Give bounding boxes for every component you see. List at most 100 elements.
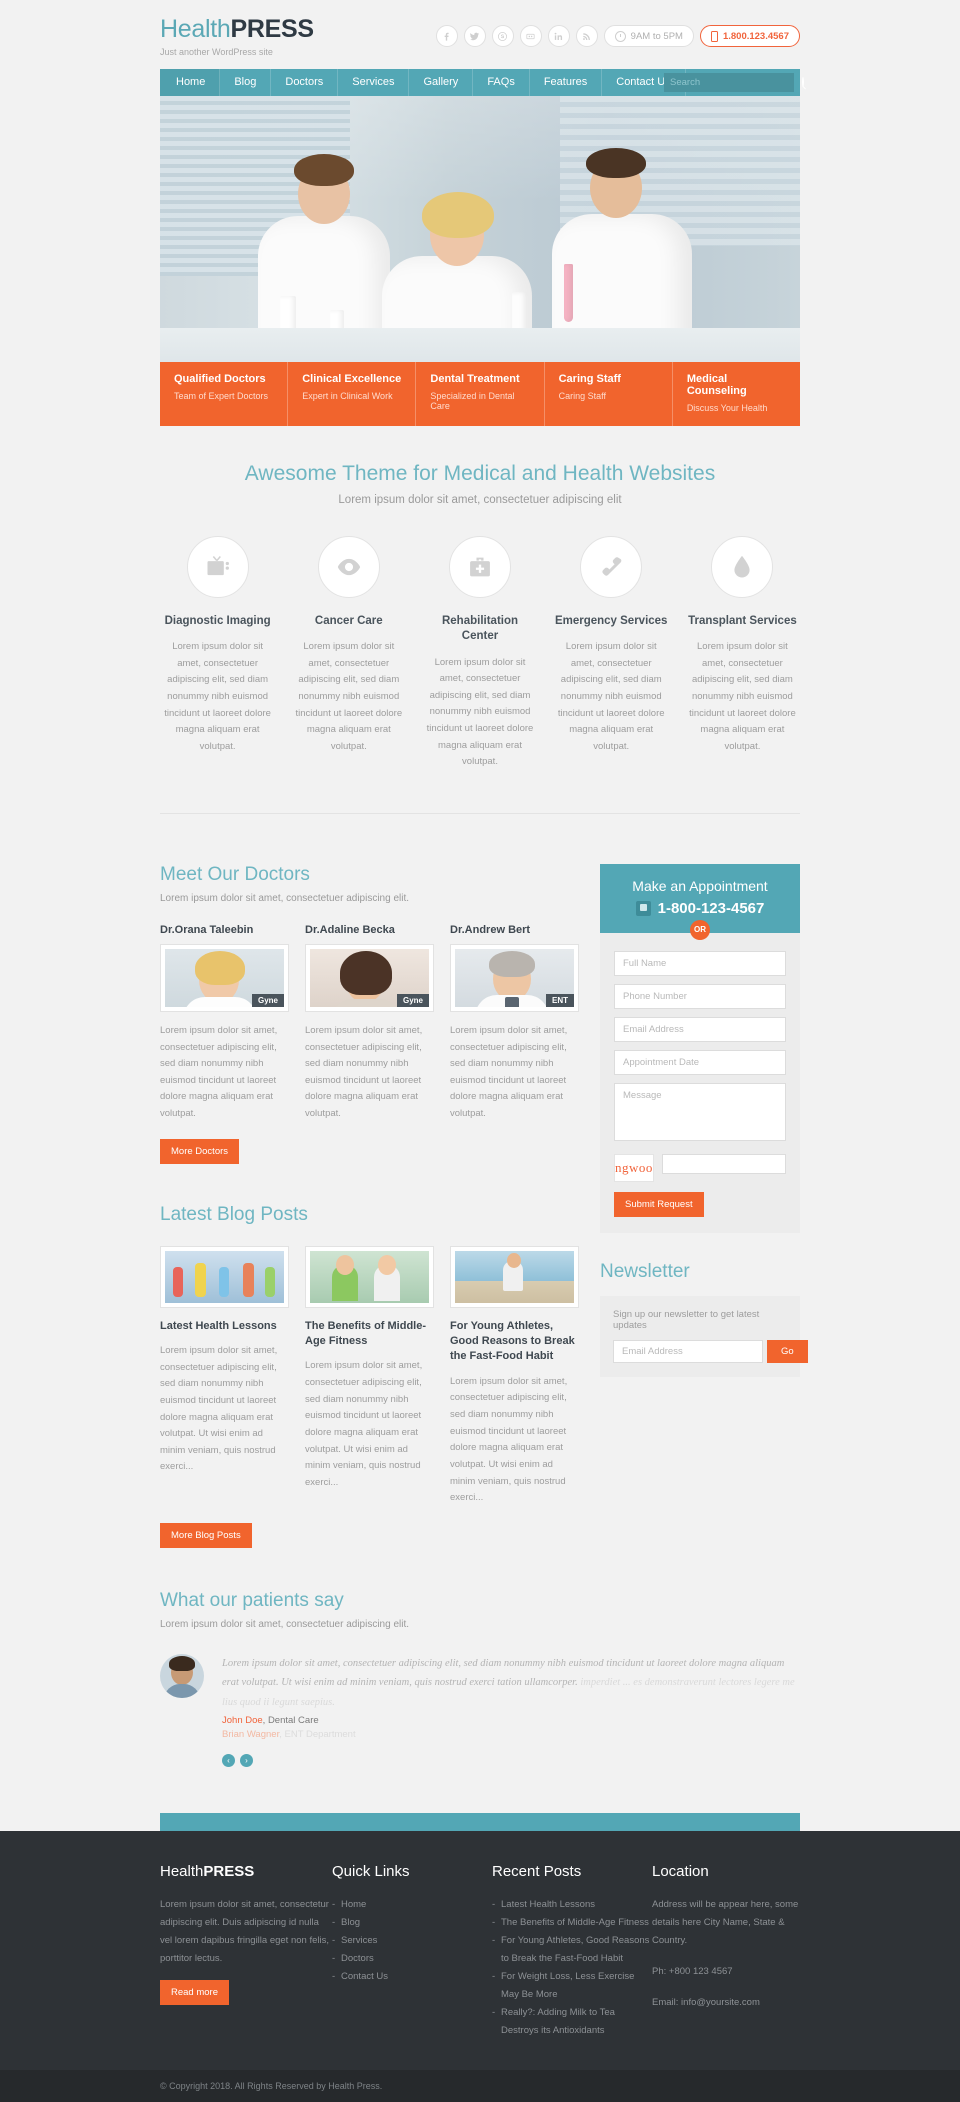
lab-photo	[160, 95, 800, 362]
rss-icon[interactable]	[575, 25, 598, 48]
list-item[interactable]: Blog	[332, 1914, 492, 1932]
footer-link-doctors[interactable]: Doctors	[341, 1953, 374, 1964]
services-list: Diagnostic Imaging Lorem ipsum dolor sit…	[160, 535, 800, 771]
footer-recent-posts-title: Recent Posts	[492, 1863, 582, 1881]
footer-link-home[interactable]: Home	[341, 1899, 366, 1910]
captcha-input[interactable]	[661, 1153, 786, 1174]
appointment-form: ngwoo Submit Request	[600, 933, 800, 1233]
list-item[interactable]: Contact Us	[332, 1968, 492, 1986]
list-item[interactable]: Home	[332, 1896, 492, 1914]
feature-subtitle: Caring Staff	[558, 390, 606, 401]
doctor-card[interactable]: Dr.Orana Taleebin Gyne Lorem ipsum dolor…	[160, 924, 289, 1123]
blog-post-excerpt: Lorem ipsum dolor sit amet, consectetuer…	[305, 1360, 423, 1488]
footer-logo: HealthPRESS	[160, 1863, 332, 1880]
footer: HealthPRESS Lorem ipsum dolor sit amet, …	[0, 1831, 960, 2071]
header-phone-button[interactable]: 1.800.123.4567	[699, 25, 800, 48]
footer-post-link[interactable]: Really?: Adding Milk to Tea Destroys its…	[501, 2007, 615, 2036]
service-item-transplant-services[interactable]: Transplant Services Lorem ipsum dolor si…	[685, 535, 800, 771]
service-item-emergency-services[interactable]: Emergency Services Lorem ipsum dolor sit…	[554, 535, 669, 771]
linkedin-icon[interactable]	[547, 25, 570, 48]
list-item[interactable]: Services	[332, 1932, 492, 1950]
newsletter-title: Newsletter	[600, 1260, 690, 1282]
site-tagline: Just another WordPress site	[160, 46, 273, 57]
nav-item-doctors[interactable]: Doctors	[271, 68, 339, 96]
doctor-name: Dr.Adaline Becka	[305, 923, 395, 936]
appointment-date-input[interactable]	[614, 1049, 786, 1075]
twitter-icon[interactable]	[463, 25, 486, 48]
list-item[interactable]: Really?: Adding Milk to Tea Destroys its…	[492, 2004, 652, 2040]
nav-item-features[interactable]: Features	[530, 68, 603, 96]
message-textarea[interactable]	[614, 1082, 786, 1141]
clock-icon	[614, 30, 626, 42]
list-item[interactable]: Doctors	[332, 1950, 492, 1968]
newsletter-email-input[interactable]	[613, 1339, 763, 1363]
skype-icon[interactable]	[491, 25, 514, 48]
feature-title: Dental Treatment	[430, 372, 520, 385]
list-item[interactable]: Latest Health Lessons	[492, 1896, 652, 1914]
testimonial-next-button[interactable]: ›	[240, 1754, 253, 1768]
full-name-input[interactable]	[614, 950, 786, 976]
blog-post-card[interactable]: For Young Athletes, Good Reasons to Brea…	[450, 1245, 579, 1507]
nav-item-home[interactable]: Home	[160, 68, 221, 96]
more-blog-posts-button[interactable]: More Blog Posts	[160, 1522, 252, 1548]
newsletter-widget: Newsletter Sign up our newsletter to get…	[600, 1260, 808, 1377]
footer-link-services[interactable]: Services	[341, 1935, 377, 1946]
services-subtitle: Lorem ipsum dolor sit amet, consectetuer…	[338, 493, 622, 506]
service-item-cancer-care[interactable]: Cancer Care Lorem ipsum dolor sit amet, …	[291, 535, 406, 771]
mobile-phone-icon	[710, 30, 718, 42]
list-item[interactable]: For Young Athletes, Good Reasons to Brea…	[492, 1932, 652, 1968]
newsletter-go-button[interactable]: Go	[767, 1339, 808, 1363]
doctor-card[interactable]: Dr.Adaline Becka Gyne Lorem ipsum dolor …	[305, 924, 434, 1123]
service-item-diagnostic-imaging[interactable]: Diagnostic Imaging Lorem ipsum dolor sit…	[160, 535, 275, 771]
blog-post-card[interactable]: The Benefits of Middle-Age Fitness Lorem…	[305, 1245, 434, 1507]
testimonial-arrows: ‹ ›	[222, 1754, 800, 1768]
feature-item-caring-staff[interactable]: Caring Staff Caring Staff	[545, 361, 673, 426]
nav-item-blog[interactable]: Blog	[220, 68, 272, 96]
footer-about-text: Lorem ipsum dolor sit amet, consectetur …	[160, 1899, 329, 1965]
footer-link-blog[interactable]: Blog	[341, 1917, 360, 1928]
footer-link-contact-us[interactable]: Contact Us	[341, 1971, 388, 1982]
service-body: Lorem ipsum dolor sit amet, consectetuer…	[164, 641, 271, 752]
footer-post-link[interactable]: For Young Athletes, Good Reasons to Brea…	[501, 1935, 649, 1964]
footer-email-value: info@yoursite.com	[681, 1997, 760, 2009]
submit-request-button[interactable]: Submit Request	[614, 1191, 704, 1217]
service-title: Cancer Care	[314, 614, 383, 627]
nav-item-services[interactable]: Services	[338, 68, 410, 96]
service-body: Lorem ipsum dolor sit amet, consectetuer…	[295, 641, 403, 752]
feature-item-dental-treatment[interactable]: Dental Treatment Specialized in Dental C…	[416, 361, 545, 426]
blog-post-card[interactable]: Latest Health Lessons Lorem ipsum dolor …	[160, 1245, 289, 1507]
site-logo[interactable]: HealthPRESS Just another WordPress site	[160, 15, 314, 57]
read-more-button[interactable]: Read more	[160, 1980, 229, 2006]
copyright-bar: © Copyright 2018. All Rights Reserved by…	[0, 2070, 960, 2102]
footer-post-link[interactable]: The Benefits of Middle-Age Fitness	[501, 1917, 649, 1928]
facebook-icon[interactable]	[435, 25, 458, 48]
list-item[interactable]: For Weight Loss, Less Exercise May Be Mo…	[492, 1968, 652, 2004]
nav-item-gallery[interactable]: Gallery	[409, 68, 474, 96]
footer-recent-posts: Recent Posts Latest Health Lessons The B…	[492, 1863, 652, 2040]
doctor-card[interactable]: Dr.Andrew Bert ENT Lorem ipsum dolor sit…	[450, 924, 579, 1123]
feature-subtitle: Team of Expert Doctors	[174, 390, 269, 401]
phone-number-input[interactable]	[614, 983, 786, 1009]
nav-item-faqs[interactable]: FAQs	[473, 68, 530, 96]
feature-item-qualified-doctors[interactable]: Qualified Doctors Team of Expert Doctors	[160, 361, 289, 426]
doctor-photo: Gyne	[305, 943, 434, 1012]
footer-post-link[interactable]: For Weight Loss, Less Exercise May Be Mo…	[501, 1971, 634, 2000]
feature-item-medical-counseling[interactable]: Medical Counseling Discuss Your Health	[673, 362, 800, 426]
list-item[interactable]: The Benefits of Middle-Age Fitness	[492, 1914, 652, 1932]
email-address-input[interactable]	[614, 1016, 786, 1042]
appointment-phone[interactable]: 1-800-123-4567	[614, 900, 786, 917]
search-box[interactable]	[664, 72, 804, 92]
page-root: HealthPRESS Just another WordPress site …	[0, 0, 960, 2102]
footer-post-link[interactable]: Latest Health Lessons	[501, 1899, 595, 1910]
testimonial-prev-button[interactable]: ‹	[222, 1754, 235, 1768]
service-item-rehabilitation-center[interactable]: Rehabilitation Center Lorem ipsum dolor …	[422, 535, 537, 771]
flickr-icon[interactable]	[519, 25, 542, 48]
service-body: Lorem ipsum dolor sit amet, consectetuer…	[426, 656, 534, 768]
feature-item-clinical-excellence[interactable]: Clinical Excellence Expert in Clinical W…	[288, 361, 417, 426]
search-icon[interactable]	[802, 77, 804, 87]
doctors-list: Dr.Orana Taleebin Gyne Lorem ipsum dolor…	[160, 924, 580, 1123]
business-hours: 9AM to 5PM	[603, 25, 694, 48]
more-doctors-button[interactable]: More Doctors	[160, 1138, 240, 1164]
search-input[interactable]	[670, 76, 802, 88]
feature-title: Clinical Excellence	[302, 372, 402, 385]
